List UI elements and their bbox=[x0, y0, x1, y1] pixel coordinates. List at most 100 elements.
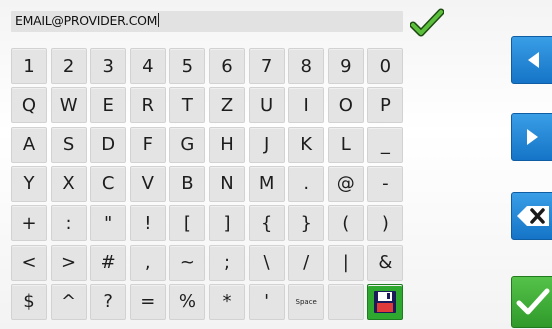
key[interactable]: 5 bbox=[169, 48, 206, 84]
key[interactable]: ; bbox=[209, 244, 245, 281]
key[interactable]: 4 bbox=[129, 48, 166, 84]
cursor-left-button[interactable] bbox=[511, 36, 552, 84]
key[interactable]: ! bbox=[129, 205, 166, 242]
key[interactable]: + bbox=[11, 205, 47, 242]
key[interactable]: ) bbox=[367, 205, 404, 242]
text-caret bbox=[158, 13, 160, 27]
ok-button[interactable] bbox=[511, 276, 552, 328]
key-label: ; bbox=[223, 252, 231, 273]
key[interactable]: T bbox=[169, 87, 206, 124]
confirm-check-icon[interactable] bbox=[409, 8, 445, 38]
key[interactable]: X bbox=[50, 165, 87, 202]
key[interactable]: 2 bbox=[50, 48, 87, 84]
key-label: G bbox=[180, 134, 195, 156]
key[interactable]: ' bbox=[248, 283, 285, 320]
email-input[interactable]: EMAIL@PROVIDER.COM bbox=[11, 11, 403, 32]
key[interactable]: L bbox=[327, 126, 364, 163]
key-label: | bbox=[342, 252, 349, 273]
key[interactable]: 1 bbox=[11, 48, 47, 84]
key-label: ^ bbox=[61, 291, 77, 313]
key[interactable]: 9 bbox=[327, 48, 364, 84]
key[interactable]: \ bbox=[248, 244, 285, 281]
save-button[interactable] bbox=[367, 283, 404, 320]
key-label: M bbox=[258, 173, 275, 195]
key[interactable]: Z bbox=[209, 87, 245, 124]
key[interactable]: ~ bbox=[169, 244, 206, 281]
key[interactable]: J bbox=[248, 126, 285, 163]
key[interactable]: F bbox=[129, 126, 166, 163]
key-label: " bbox=[104, 212, 113, 234]
key[interactable]: A bbox=[11, 126, 47, 163]
key[interactable]: = bbox=[129, 283, 166, 320]
key[interactable]: 6 bbox=[209, 48, 245, 84]
key-label: @ bbox=[336, 173, 355, 195]
key[interactable]: D bbox=[90, 126, 127, 163]
key[interactable]: $ bbox=[11, 283, 47, 320]
keyboard-screen: EMAIL@PROVIDER.COM 1 2 3 4 5 6 7 8 9 0 QW E R T Z U I O P A… bbox=[0, 0, 552, 329]
key[interactable]: ^ bbox=[50, 283, 87, 320]
key-label: D bbox=[101, 134, 116, 156]
key[interactable]: | bbox=[327, 244, 364, 281]
key[interactable]: - bbox=[367, 165, 404, 202]
key-label: N bbox=[220, 173, 234, 195]
key-label: ? bbox=[103, 291, 113, 313]
key-label: A bbox=[22, 134, 36, 156]
key[interactable]: W bbox=[50, 87, 87, 124]
backspace-button[interactable] bbox=[511, 192, 552, 240]
key[interactable]: > bbox=[50, 244, 87, 281]
key-blank[interactable] bbox=[327, 283, 364, 320]
key[interactable]: V bbox=[129, 165, 166, 202]
key[interactable]: P bbox=[367, 87, 404, 124]
key[interactable]: R bbox=[129, 87, 166, 124]
key[interactable]: 8 bbox=[288, 48, 325, 84]
key[interactable]: 0 bbox=[367, 48, 404, 84]
key[interactable]: ? bbox=[90, 283, 127, 320]
email-input-text: EMAIL@PROVIDER.COM bbox=[15, 13, 158, 28]
key[interactable]: C bbox=[90, 165, 127, 202]
key-space[interactable]: Space bbox=[288, 283, 325, 320]
key[interactable]: { bbox=[248, 205, 285, 242]
key[interactable]: * bbox=[209, 283, 245, 320]
key[interactable]: [ bbox=[169, 205, 206, 242]
key[interactable]: : bbox=[50, 205, 87, 242]
key-label: S bbox=[62, 134, 75, 156]
key-label: < bbox=[21, 252, 37, 273]
key[interactable]: E bbox=[90, 87, 127, 124]
key[interactable]: ( bbox=[327, 205, 364, 242]
key[interactable]: / bbox=[288, 244, 325, 281]
key-label: 2 bbox=[62, 55, 75, 77]
key[interactable]: _ bbox=[367, 126, 404, 163]
key[interactable]: % bbox=[169, 283, 206, 320]
key-label: 5 bbox=[181, 55, 194, 77]
key[interactable]: O bbox=[327, 87, 364, 124]
key[interactable]: } bbox=[288, 205, 325, 242]
key[interactable]: M bbox=[248, 165, 285, 202]
key-label: 4 bbox=[142, 55, 154, 77]
key[interactable]: # bbox=[90, 244, 127, 281]
key[interactable]: 3 bbox=[90, 48, 127, 84]
key[interactable]: Q bbox=[11, 87, 47, 124]
key-label: P bbox=[379, 94, 391, 116]
key[interactable]: @ bbox=[327, 165, 364, 202]
key-label: T bbox=[181, 94, 193, 116]
key[interactable]: & bbox=[367, 244, 404, 281]
key[interactable]: , bbox=[129, 244, 166, 281]
key-label: B bbox=[181, 173, 194, 195]
key[interactable]: U bbox=[248, 87, 285, 124]
key[interactable]: N bbox=[209, 165, 245, 202]
key[interactable]: Y bbox=[11, 165, 47, 202]
key[interactable]: < bbox=[11, 244, 47, 281]
key[interactable]: ] bbox=[209, 205, 245, 242]
key[interactable]: G bbox=[169, 126, 206, 163]
key-label: F bbox=[142, 134, 153, 156]
cursor-right-button[interactable] bbox=[511, 113, 552, 161]
key[interactable]: B bbox=[169, 165, 206, 202]
key[interactable]: I bbox=[288, 87, 325, 124]
key[interactable]: " bbox=[90, 205, 127, 242]
key[interactable]: S bbox=[50, 126, 87, 163]
key[interactable]: 7 bbox=[248, 48, 285, 84]
key[interactable]: K bbox=[288, 126, 325, 163]
key[interactable]: H bbox=[209, 126, 245, 163]
key[interactable]: . bbox=[288, 165, 325, 202]
key-label: 6 bbox=[221, 55, 233, 77]
